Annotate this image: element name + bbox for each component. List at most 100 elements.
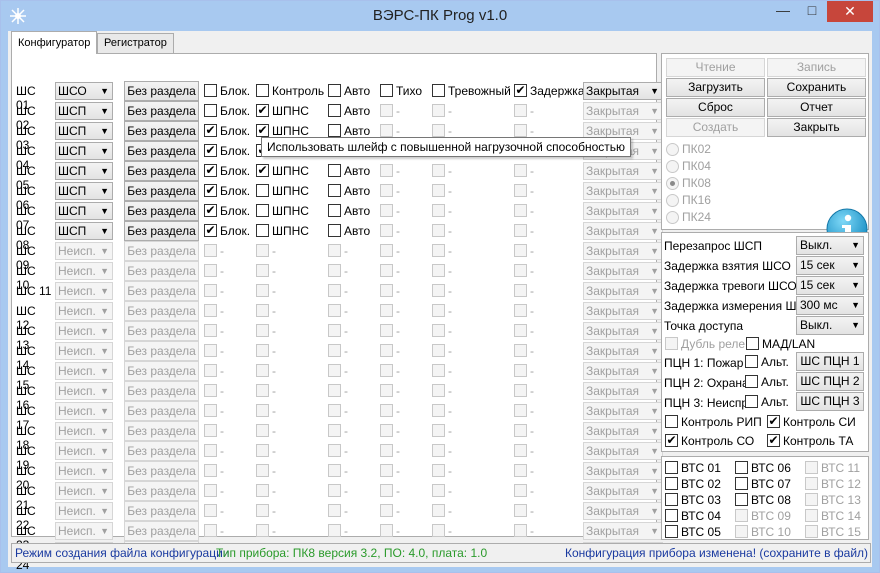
loop-mode-select[interactable]: Закрытая ▼ (583, 102, 663, 120)
avto-checkbox[interactable] (328, 304, 341, 317)
vts-checkbox[interactable] (805, 461, 818, 474)
blok-checkbox[interactable] (204, 364, 217, 377)
shpns-checkbox[interactable] (256, 524, 269, 537)
pcn2-button[interactable]: ШС ПЦН 2 (796, 372, 864, 391)
vts-checkbox[interactable] (735, 493, 748, 506)
trevozh-checkbox[interactable] (432, 244, 445, 257)
loop-mode-select[interactable]: Закрытая ▼ (583, 402, 663, 420)
loop-type-select[interactable]: ШСП ▼ (55, 202, 113, 220)
zaderzhka-checkbox[interactable] (514, 424, 527, 437)
zaderzhka-checkbox[interactable] (514, 444, 527, 457)
vts-checkbox[interactable] (665, 525, 678, 538)
avto-checkbox[interactable] (328, 324, 341, 337)
ctrl-si-checkbox[interactable]: ✔ (767, 415, 780, 428)
loop-type-select[interactable]: Неисп. ▼ (55, 402, 113, 420)
loop-mode-select[interactable]: Закрытая ▼ (583, 362, 663, 380)
loop-type-select[interactable]: Неисп. ▼ (55, 342, 113, 360)
trevozh-checkbox[interactable] (432, 324, 445, 337)
zaderzhka-checkbox[interactable] (514, 224, 527, 237)
tiho-checkbox[interactable] (380, 384, 393, 397)
shpns-checkbox[interactable] (256, 384, 269, 397)
vts-checkbox[interactable] (665, 477, 678, 490)
loop-mode-select[interactable]: Закрытая ▼ (583, 162, 663, 180)
dubl-rele-checkbox[interactable] (665, 337, 678, 350)
zaderzhka-checkbox[interactable]: ✔ (514, 84, 527, 97)
blok-checkbox[interactable]: ✔ (204, 164, 217, 177)
loop-type-select[interactable]: ШСП ▼ (55, 182, 113, 200)
tiho-checkbox[interactable] (380, 264, 393, 277)
tiho-checkbox[interactable] (380, 244, 393, 257)
tiho-checkbox[interactable] (380, 424, 393, 437)
blok-checkbox[interactable] (204, 504, 217, 517)
ctrl-rip-checkbox[interactable] (665, 415, 678, 428)
shpns-checkbox[interactable] (256, 444, 269, 457)
loop-type-select[interactable]: Неисп. ▼ (55, 322, 113, 340)
tiho-checkbox[interactable] (380, 524, 393, 537)
avto-checkbox[interactable] (328, 124, 341, 137)
loop-mode-select[interactable]: Закрытая ▼ (583, 262, 663, 280)
shpns-checkbox[interactable] (256, 224, 269, 237)
vts-checkbox[interactable] (805, 493, 818, 506)
avto-checkbox[interactable] (328, 504, 341, 517)
read-button[interactable]: Чтение (666, 58, 765, 77)
loop-mode-select[interactable]: Закрытая ▼ (583, 242, 663, 260)
loop-type-select[interactable]: Неисп. ▼ (55, 482, 113, 500)
blok-checkbox[interactable] (204, 484, 217, 497)
kontrol-checkbox[interactable] (256, 84, 269, 97)
blok-checkbox[interactable] (204, 404, 217, 417)
avto-checkbox[interactable] (328, 284, 341, 297)
section-button[interactable]: Без раздела (124, 341, 199, 361)
loop-mode-select[interactable]: Закрытая ▼ (583, 282, 663, 300)
loop-type-select[interactable]: Неисп. ▼ (55, 382, 113, 400)
section-button[interactable]: Без раздела (124, 81, 199, 101)
loop-mode-select[interactable]: Закрытая ▼ (583, 182, 663, 200)
alarm-delay-select[interactable]: 15 сек ▼ (796, 276, 864, 295)
section-button[interactable]: Без раздела (124, 321, 199, 341)
zaderzhka-checkbox[interactable] (514, 464, 527, 477)
tiho-checkbox[interactable] (380, 444, 393, 457)
tiho-checkbox[interactable] (380, 184, 393, 197)
reset-button[interactable]: Сброс (666, 98, 765, 117)
zaderzhka-checkbox[interactable] (514, 524, 527, 537)
zaderzhka-checkbox[interactable] (514, 304, 527, 317)
zaderzhka-checkbox[interactable] (514, 124, 527, 137)
section-button[interactable]: Без раздела (124, 481, 199, 501)
zaderzhka-checkbox[interactable] (514, 104, 527, 117)
pcn1-button[interactable]: ШС ПЦН 1 (796, 352, 864, 371)
shpns-checkbox[interactable]: ✔ (256, 164, 269, 177)
mad-lan-checkbox[interactable] (746, 337, 759, 350)
loop-type-select[interactable]: Неисп. ▼ (55, 282, 113, 300)
loop-type-select[interactable]: Неисп. ▼ (55, 242, 113, 260)
trevozh-checkbox[interactable] (432, 104, 445, 117)
save-button[interactable]: Сохранить (767, 78, 866, 97)
avto-checkbox[interactable] (328, 424, 341, 437)
close-button[interactable]: Закрыть (767, 118, 866, 137)
zaderzhka-checkbox[interactable] (514, 324, 527, 337)
vts-checkbox[interactable] (805, 525, 818, 538)
tiho-checkbox[interactable] (380, 164, 393, 177)
section-button[interactable]: Без раздела (124, 281, 199, 301)
section-button[interactable]: Без раздела (124, 221, 199, 241)
trevozh-checkbox[interactable] (432, 404, 445, 417)
vts-checkbox[interactable] (665, 493, 678, 506)
avto-checkbox[interactable] (328, 524, 341, 537)
trevozh-checkbox[interactable] (432, 364, 445, 377)
section-button[interactable]: Без раздела (124, 441, 199, 461)
vts-checkbox[interactable] (735, 461, 748, 474)
vts-checkbox[interactable] (805, 509, 818, 522)
zaderzhka-checkbox[interactable] (514, 404, 527, 417)
shpns-checkbox[interactable] (256, 464, 269, 477)
section-button[interactable]: Без раздела (124, 361, 199, 381)
pcn2-alt-checkbox[interactable] (745, 375, 758, 388)
write-button[interactable]: Запись (767, 58, 866, 77)
trevozh-checkbox[interactable] (432, 304, 445, 317)
trevozh-checkbox[interactable] (432, 344, 445, 357)
zaderzhka-checkbox[interactable] (514, 364, 527, 377)
avto-checkbox[interactable] (328, 224, 341, 237)
loop-type-select[interactable]: ШСО ▼ (55, 82, 113, 100)
measure-delay-select[interactable]: 300 мс ▼ (796, 296, 864, 315)
tiho-checkbox[interactable] (380, 484, 393, 497)
zaderzhka-checkbox[interactable] (514, 384, 527, 397)
section-button[interactable]: Без раздела (124, 421, 199, 441)
tiho-checkbox[interactable] (380, 284, 393, 297)
